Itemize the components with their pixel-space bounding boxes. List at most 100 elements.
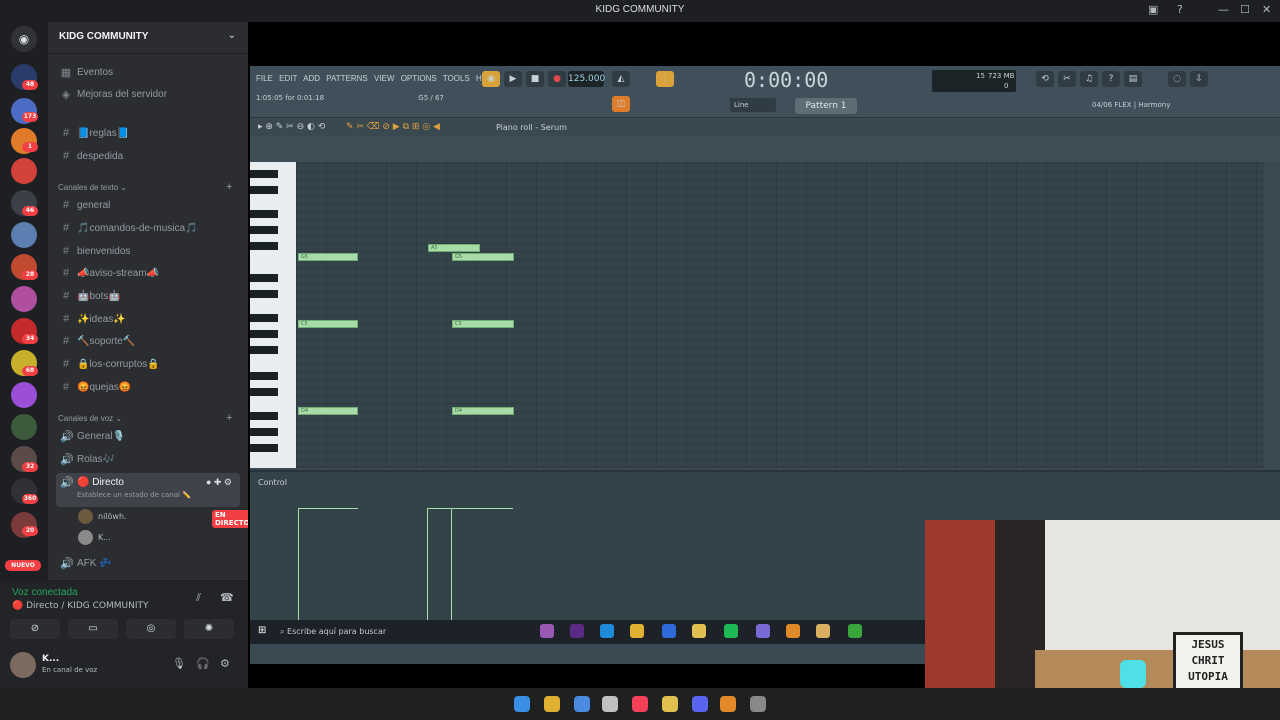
control-label[interactable]: Control [258,478,287,487]
tempo-display[interactable]: 125.000 [568,71,605,87]
add-channel-icon[interactable]: + [226,181,232,193]
black-key[interactable] [250,388,278,396]
black-key[interactable] [250,274,278,282]
noise-suppression-icon[interactable]: ⫽ [196,591,201,605]
headphones-icon[interactable]: 🎧 [196,657,210,670]
server-icon[interactable] [11,158,37,184]
snap-icon[interactable]: ◫ [612,96,630,112]
black-key[interactable] [250,170,278,178]
voice-channel-directo[interactable]: 🔊 🔴 Directo ● ✚ ⚙ [56,473,240,507]
black-key[interactable] [250,428,278,436]
app-icon[interactable] [756,624,770,638]
close-button[interactable]: ✕ [1262,3,1271,16]
menu-file[interactable]: FILE [256,74,273,83]
windows-start-icon[interactable] [514,696,530,712]
black-key[interactable] [250,226,278,234]
menu-options[interactable]: OPTIONS [401,74,437,83]
spotify-icon[interactable] [724,624,738,638]
voice-channel-rolas[interactable]: 🔊 Rolas🎶 [56,450,240,470]
microphone-icon[interactable]: 🎙 [172,657,186,670]
search-input[interactable]: ⌕ Escribe aquí para buscar [280,624,440,640]
note[interactable]: C5 [298,320,358,328]
camera-button[interactable]: ⊘ [10,619,60,639]
menu-edit[interactable]: EDIT [279,74,297,83]
black-key[interactable] [250,314,278,322]
piano-roll-grid[interactable]: G5 A5 G5 C5 C5 D4 D4 [296,162,1264,468]
avatar[interactable] [10,652,36,678]
note[interactable]: G5 [298,253,358,261]
black-key[interactable] [250,290,278,298]
note[interactable]: C5 [452,320,514,328]
music-icon[interactable] [632,696,648,712]
chrome-icon[interactable] [630,624,644,638]
app-icon[interactable] [602,696,618,712]
tool-icons[interactable]: ▸ ⊕ ✎ ✂ ⊖ ◐ ⟲ [258,122,325,132]
folder-icon[interactable] [662,696,678,712]
channel-soporte[interactable]: # 🔨soporte🔨 [56,332,240,352]
black-key[interactable] [250,412,278,420]
server-icon[interactable] [11,286,37,312]
velocity-bar[interactable] [298,508,358,620]
obs-icon[interactable] [750,696,766,712]
channel-ideas[interactable]: # ✨ideas✨ [56,310,240,330]
pat-song-toggle[interactable]: ◉ [482,71,500,87]
menu-view[interactable]: VIEW [374,74,394,83]
chat-icon[interactable]: ◌ [1168,71,1186,87]
channel-general[interactable]: # general [56,196,240,216]
discord-icon[interactable] [692,696,708,712]
settings-icon[interactable]: ⚙ [220,657,230,670]
minecraft-icon[interactable] [848,624,862,638]
disconnect-icon[interactable]: ☎ [220,591,234,604]
minimize-button[interactable]: — [1218,3,1229,16]
screen-share-button[interactable]: ▭ [68,619,118,639]
mic-icon[interactable]: ♫ [1080,71,1098,87]
black-key[interactable] [250,372,278,380]
chrome-icon[interactable] [544,696,560,712]
black-key[interactable] [250,330,278,338]
channel-bienvenidos[interactable]: # bienvenidos [56,242,240,262]
black-key[interactable] [250,346,278,354]
edge-icon[interactable] [600,624,614,638]
undo-icon[interactable]: ⟲ [1036,71,1054,87]
channel-comandos[interactable]: # 🎵comandos-de-musica🎵 [56,219,240,239]
chrome-icon[interactable] [574,696,590,712]
cut-icon[interactable]: ✂ [1058,71,1076,87]
maximize-button[interactable]: ☐ [1240,3,1250,16]
channel-settings-icon[interactable]: ● ✚ ⚙ [206,477,232,488]
metronome-icon[interactable]: ◭ [612,71,630,87]
boosts-item[interactable]: ◈ Mejoras del servidor [56,85,240,105]
note[interactable]: D4 [452,407,514,415]
note[interactable]: G5 [452,253,514,261]
black-key[interactable] [250,242,278,250]
activity-button[interactable]: ◎ [126,619,176,639]
velocity-bar[interactable] [451,508,513,620]
channel-despedida[interactable]: # despedida [56,147,240,167]
channel-reglas[interactable]: # 📘reglas📘 [56,124,240,144]
menu-patterns[interactable]: PATTERNS [326,74,367,83]
voice-channel-general[interactable]: 🔊 General🎙️ [56,427,240,447]
help-icon[interactable]: ? [1177,3,1183,16]
windows-icon[interactable]: ⊞ [258,625,266,636]
menu-add[interactable]: ADD [303,74,320,83]
record-icon[interactable]: ● [548,71,566,87]
app-icon[interactable] [816,624,830,638]
add-channel-icon[interactable]: + [226,412,232,424]
save-icon[interactable]: ▤ [1124,71,1142,87]
pattern-selector[interactable]: Pattern 1 [795,98,857,114]
play-icon[interactable]: ▶ [504,71,522,87]
server-icon[interactable] [11,414,37,440]
voice-channel-afk[interactable]: 🔊 AFK 💤 [56,554,240,574]
channel-bots[interactable]: # 🤖bots🤖 [56,287,240,307]
app-icon[interactable] [540,624,554,638]
folder-icon[interactable] [692,624,706,638]
stream-view[interactable]: FILE EDIT ADD PATTERNS VIEW OPTIONS TOOL… [248,22,1280,688]
voice-category[interactable]: Canales de voz ⌄ + [58,412,232,424]
menu-tools[interactable]: TOOLS [443,74,470,83]
app-icon[interactable] [570,624,584,638]
snap-select[interactable]: Line [730,98,776,112]
channel-los-corruptos[interactable]: # 🔒los-corruptos🔒 [56,355,240,375]
black-key[interactable] [250,210,278,218]
black-key[interactable] [250,444,278,452]
note[interactable]: D4 [298,407,358,415]
download-icon[interactable]: ⇩ [1190,71,1208,87]
